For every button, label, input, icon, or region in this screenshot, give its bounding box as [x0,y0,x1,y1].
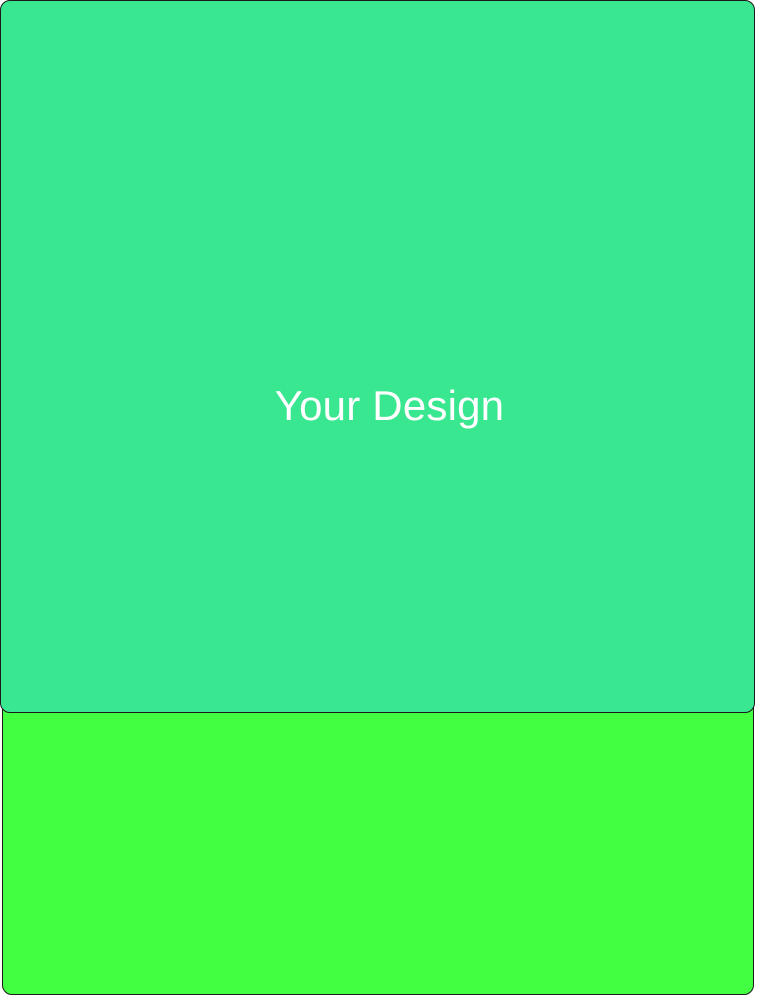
design-area[interactable]: Your Design [0,0,755,713]
design-placeholder-label: Your Design [274,382,505,429]
